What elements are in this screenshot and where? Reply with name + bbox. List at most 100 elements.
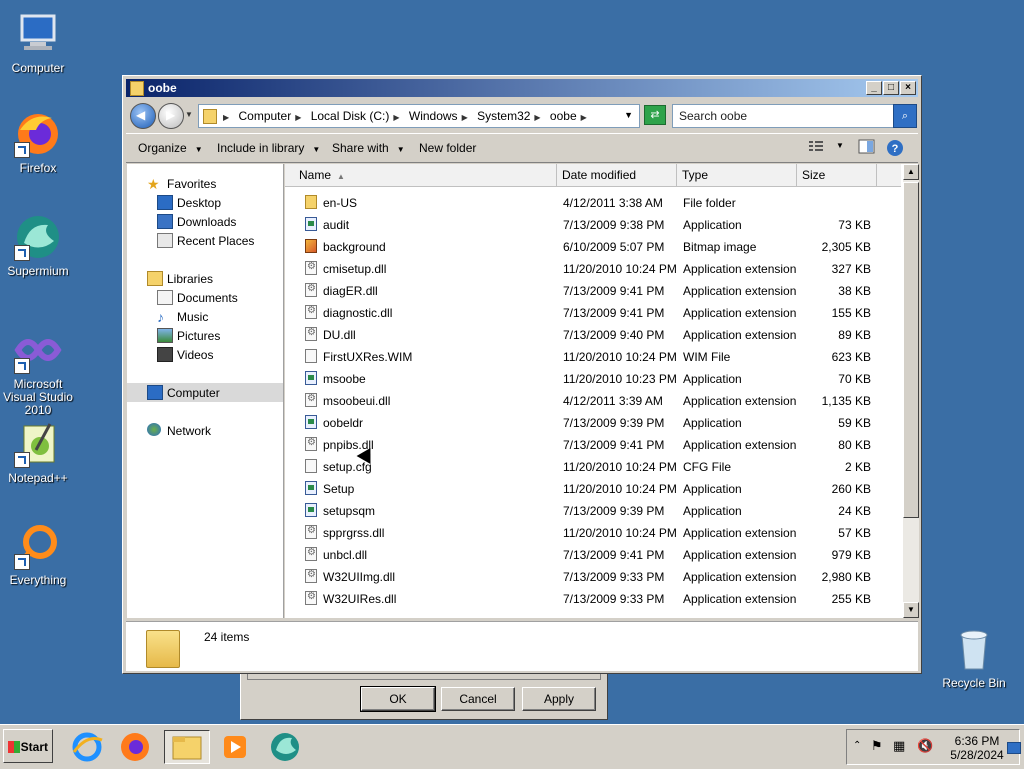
organize-menu[interactable]: Organize ▼ xyxy=(138,141,203,155)
chevron-down-icon: ▼ xyxy=(312,145,321,154)
column-header-type[interactable]: Type xyxy=(677,164,797,186)
scroll-up-icon[interactable]: ▲ xyxy=(903,164,919,180)
file-row[interactable]: spprgrss.dll 11/20/2010 10:24 PM Applicati… xyxy=(285,522,901,544)
cancel-button[interactable]: Cancel xyxy=(441,687,515,711)
title-bar[interactable]: oobe _ □ × xyxy=(126,79,918,97)
vertical-scrollbar[interactable]: ▲ ▼ xyxy=(903,164,919,618)
breadcrumb-system32[interactable]: System32 xyxy=(477,109,530,123)
file-row[interactable]: FirstUXRes.WIM 11/20/2010 10:24 PM WIM Fil… xyxy=(285,346,901,368)
include-in-library-menu[interactable]: Include in library ▼ xyxy=(217,141,320,155)
file-size: 260 KB xyxy=(831,482,871,496)
file-row[interactable]: en-US 4/12/2011 3:38 AM File folder xyxy=(285,192,901,214)
chevron-right-icon[interactable]: ▶ xyxy=(393,113,399,122)
chevron-right-icon[interactable]: ▶ xyxy=(534,113,540,122)
close-button[interactable]: × xyxy=(900,81,916,95)
file-row[interactable]: setupsqm 7/13/2009 9:39 PM Application 24 K… xyxy=(285,500,901,522)
minimize-button[interactable]: _ xyxy=(866,81,882,95)
file-row[interactable]: W32UIRes.dll 7/13/2009 9:33 PM Application… xyxy=(285,588,901,610)
file-name: audit xyxy=(323,218,350,232)
recent-pages-dropdown-icon[interactable]: ▼ xyxy=(185,110,193,119)
view-options-icon[interactable] xyxy=(808,139,826,155)
share-with-menu[interactable]: Share with ▼ xyxy=(332,141,405,155)
file-type: Application extension xyxy=(683,570,797,584)
search-icon[interactable]: ⌕ xyxy=(893,104,917,128)
ok-button[interactable]: OK xyxy=(360,686,436,712)
chevron-right-icon[interactable]: ▶ xyxy=(462,113,468,122)
scroll-down-icon[interactable]: ▼ xyxy=(903,602,919,618)
dll-file-icon xyxy=(305,525,317,539)
file-row[interactable]: audit 7/13/2009 9:38 PM Application 73 KB xyxy=(285,214,901,236)
apply-button[interactable]: Apply xyxy=(522,687,596,711)
search-input[interactable]: Search oobe ⌕ xyxy=(672,104,917,128)
desktop-icon-recycle-bin[interactable]: Recycle Bin xyxy=(936,625,1012,690)
refresh-icon[interactable]: ⇄ xyxy=(644,105,666,125)
internet-explorer-icon[interactable] xyxy=(70,730,104,764)
show-desktop-icon[interactable] xyxy=(1007,742,1021,754)
address-bar[interactable]: ▶ Computer ▶ Local Disk (C:) ▶ Windows ▶ Sy… xyxy=(198,104,640,128)
breadcrumb-computer[interactable]: Computer xyxy=(239,109,292,123)
firefox-icon[interactable] xyxy=(118,730,152,764)
nav-libraries[interactable]: Libraries xyxy=(127,269,283,288)
windows-explorer-taskbar-button[interactable] xyxy=(164,730,210,764)
nav-videos[interactable]: Videos xyxy=(127,345,283,364)
supermium-icon[interactable] xyxy=(268,730,302,764)
column-header-date[interactable]: Date modified xyxy=(557,164,677,186)
chevron-down-icon[interactable]: ▼ xyxy=(836,141,854,157)
file-date: 11/20/2010 10:24 PM xyxy=(563,262,677,276)
file-row[interactable]: DU.dll 7/13/2009 9:40 PM Application exten… xyxy=(285,324,901,346)
desktop-icon-firefox[interactable]: Firefox xyxy=(0,110,76,175)
file-date: 7/13/2009 9:41 PM xyxy=(563,438,665,452)
breadcrumb-local-disk[interactable]: Local Disk (C:) xyxy=(311,109,390,123)
file-row[interactable]: W32UIImg.dll 7/13/2009 9:33 PM Application… xyxy=(285,566,901,588)
network-status-icon[interactable]: ▦ xyxy=(893,738,905,754)
back-button[interactable] xyxy=(130,103,156,129)
nav-favorites[interactable]: ★ Favorites xyxy=(127,174,283,193)
file-row[interactable]: cmisetup.dll 11/20/2010 10:24 PM Applicati… xyxy=(285,258,901,280)
nav-network[interactable]: Network xyxy=(127,421,283,440)
pictures-icon xyxy=(157,328,173,343)
nav-recent-places[interactable]: Recent Places xyxy=(127,231,283,250)
desktop-icon-visual-studio[interactable]: Microsoft Visual Studio 2010 xyxy=(0,326,76,417)
volume-muted-icon[interactable]: 🔇 xyxy=(917,738,933,754)
chevron-right-icon[interactable]: ▶ xyxy=(295,113,301,122)
breadcrumb-windows[interactable]: Windows xyxy=(409,109,458,123)
start-button[interactable]: Start xyxy=(3,729,53,763)
maximize-button[interactable]: □ xyxy=(883,81,899,95)
file-row[interactable]: background 6/10/2009 5:07 PM Bitmap image 2… xyxy=(285,236,901,258)
file-row[interactable]: msoobe 11/20/2010 10:23 PM Application 70 K… xyxy=(285,368,901,390)
file-row[interactable]: diagnostic.dll 7/13/2009 9:41 PM Applicati… xyxy=(285,302,901,324)
nav-music[interactable]: ♪ Music xyxy=(127,307,283,326)
clock[interactable]: 6:36 PM 5/28/2024 xyxy=(947,734,1007,762)
desktop-icon-label: Computer xyxy=(11,61,65,75)
nav-desktop[interactable]: Desktop xyxy=(127,193,283,212)
show-hidden-icons-icon[interactable]: ⌃ xyxy=(853,740,861,751)
breadcrumb-oobe[interactable]: oobe xyxy=(550,109,577,123)
media-player-icon[interactable] xyxy=(218,730,252,764)
new-folder-button[interactable]: New folder xyxy=(419,141,476,155)
nav-documents[interactable]: Documents xyxy=(127,288,283,307)
desktop-icon-supermium[interactable]: Supermium xyxy=(0,213,76,278)
folder-icon xyxy=(203,109,217,124)
file-row[interactable]: Setup 11/20/2010 10:24 PM Application 260 K… xyxy=(285,478,901,500)
file-row[interactable]: pnpibs.dll7/13/2009 9:41 PMApplication e… xyxy=(285,434,901,456)
nav-downloads[interactable]: Downloads xyxy=(127,212,283,231)
desktop-icon-everything[interactable]: Everything xyxy=(0,522,76,587)
file-row[interactable]: diagER.dll 7/13/2009 9:41 PM Application e… xyxy=(285,280,901,302)
nav-pictures[interactable]: Pictures xyxy=(127,326,283,345)
file-row[interactable]: unbcl.dll 7/13/2009 9:41 PM Application ex… xyxy=(285,544,901,566)
action-center-flag-icon[interactable]: ⚑ xyxy=(871,738,883,754)
file-row[interactable]: msoobeui.dll 4/12/2011 3:39 AM Application… xyxy=(285,390,901,412)
chevron-down-icon[interactable]: ▼ xyxy=(624,110,633,120)
column-header-size[interactable]: Size xyxy=(797,164,877,186)
preview-pane-icon[interactable] xyxy=(858,139,876,155)
desktop-icon-notepadpp[interactable]: Notepad++ xyxy=(0,420,76,485)
file-row[interactable]: oobeldr 7/13/2009 9:39 PM Application 59 KB xyxy=(285,412,901,434)
forward-button[interactable] xyxy=(158,103,184,129)
help-icon[interactable]: ? xyxy=(886,139,904,156)
nav-computer[interactable]: Computer xyxy=(127,383,283,402)
app-file-icon xyxy=(305,217,317,231)
chevron-right-icon[interactable]: ▶ xyxy=(581,113,587,122)
column-header-name[interactable]: Name ▲ xyxy=(285,164,557,186)
scrollbar-thumb[interactable] xyxy=(903,182,919,518)
desktop-icon-computer[interactable]: Computer xyxy=(0,10,76,75)
